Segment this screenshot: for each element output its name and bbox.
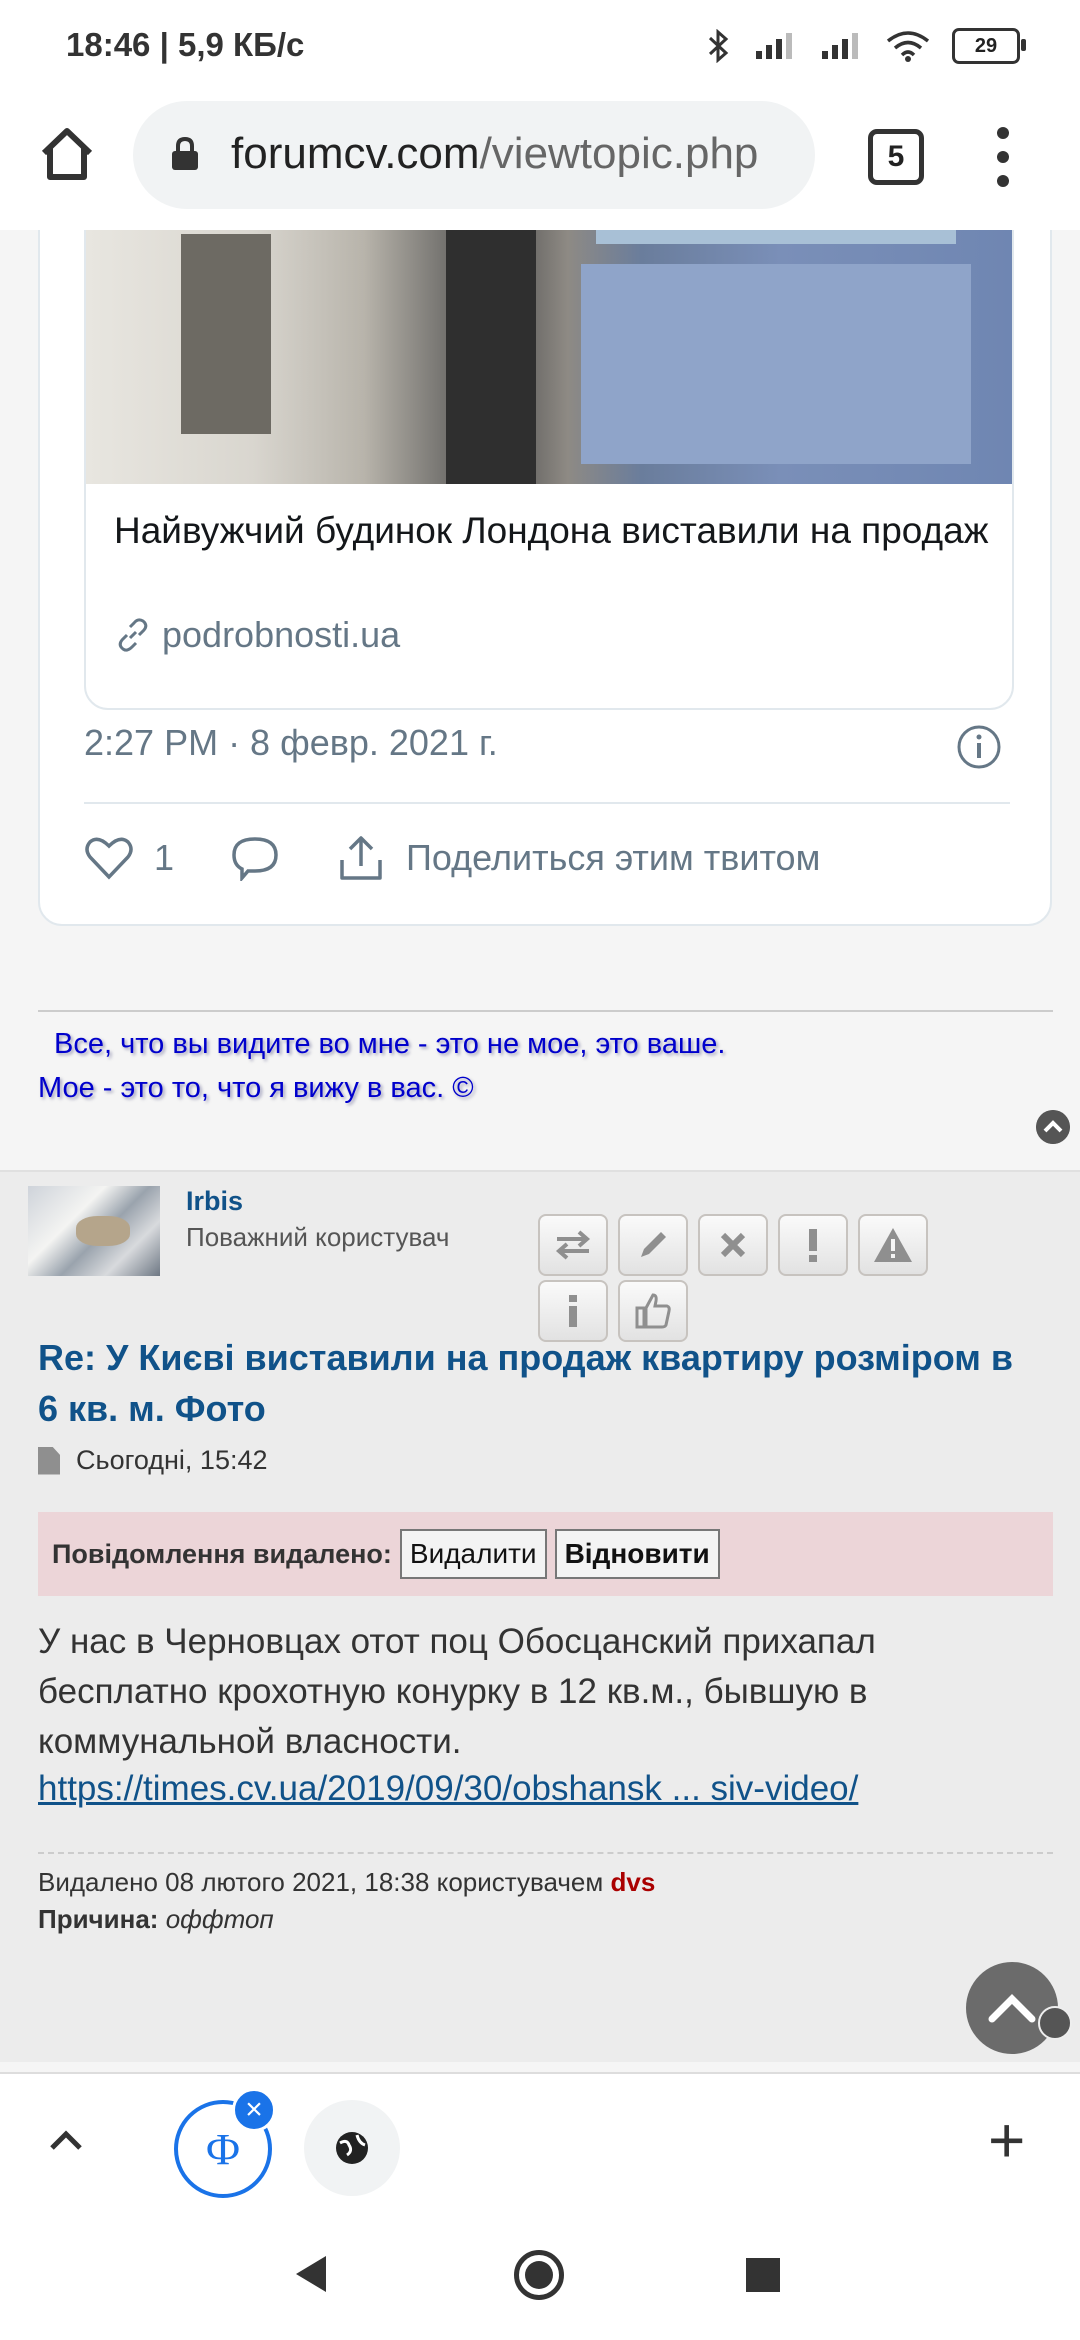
back-to-top-icon[interactable] (1036, 1110, 1070, 1144)
tab-favicon: Ф (205, 2124, 241, 2174)
share-tweet-button[interactable]: Поделиться этим твитом (336, 834, 820, 882)
signature-line-1: Все, что вы видите во мне - это не мое, … (54, 1028, 726, 1060)
preview-domain-row: podrobnosti.ua (114, 614, 400, 656)
reason-text: оффтоп (165, 1904, 274, 1934)
preview-title: Найвужчий будинок Лондона виставили на п… (114, 510, 989, 551)
like-count: 1 (154, 837, 175, 878)
permanent-delete-button[interactable]: Видалити (399, 1529, 547, 1579)
signal-icon (756, 33, 792, 59)
close-icon (720, 1232, 746, 1258)
divider (84, 802, 1010, 804)
deleted-by-user[interactable]: dvs (611, 1867, 656, 1897)
link-icon (118, 618, 148, 652)
close-tab-button[interactable]: × (232, 2088, 276, 2132)
post-date: Сьогодні, 15:42 (76, 1445, 268, 1475)
user-signature: Все, что вы видите во мне - это не мое, … (38, 1010, 1053, 1110)
deleted-notice: Повідомлення видалено: Видалити Відновит… (38, 1512, 1053, 1596)
report-button[interactable] (778, 1214, 848, 1276)
post-date-row: Сьогодні, 15:42 (38, 1445, 268, 1476)
home-icon[interactable] (36, 123, 98, 185)
pencil-icon (641, 1232, 666, 1257)
tab-count: 5 (887, 140, 905, 173)
bluetooth-icon (708, 29, 729, 63)
system-nav-bar (0, 2212, 1080, 2340)
deleted-note-text: Видалено 08 лютого 2021, 18:38 користува… (38, 1867, 604, 1897)
globe-icon (336, 2132, 368, 2164)
page-content: Найвужчий будинок Лондона виставили на п… (0, 230, 1080, 2072)
embedded-tweet[interactable]: Найвужчий будинок Лондона виставили на п… (38, 230, 1052, 926)
tweet-timestamp[interactable]: 2:27 PM · 8 февр. 2021 г. (84, 722, 498, 764)
signature-line-2: Мое - это то, что я вижу в вас. © (38, 1072, 474, 1104)
swap-arrows-icon (555, 1230, 591, 1260)
status-bar: 18:46 | 5,9 КБ/с 29 (0, 0, 1080, 95)
info-icon (569, 1295, 577, 1327)
forum-post: Irbis Поважний користувач Re: У Києві ви… (0, 1170, 1080, 2062)
battery-level: 29 (974, 34, 998, 57)
close-icon: × (245, 2093, 263, 2126)
home-circle-icon[interactable] (514, 2250, 564, 2300)
user-rank: Поважний користувач (186, 1222, 450, 1252)
browser-toolbar: forumcv.com/viewtopic.php 5 (0, 95, 1080, 231)
status-icons: 29 (706, 28, 1026, 64)
scroll-to-top-button[interactable] (966, 1962, 1058, 2054)
chevron-up-icon (988, 1994, 1036, 2023)
delete-button[interactable] (698, 1214, 768, 1276)
bottom-tab-strip: Ф × + (0, 2072, 1080, 2214)
reason-label: Причина: (38, 1904, 159, 1934)
wifi-icon (886, 31, 930, 62)
tab-switcher-button[interactable]: 5 (868, 129, 924, 185)
chevron-up-icon[interactable] (44, 2118, 88, 2162)
back-to-top-small-icon[interactable] (1038, 2006, 1072, 2040)
status-time: 18:46 | 5,9 КБ/с (66, 26, 305, 63)
exclamation-icon (809, 1229, 817, 1262)
post-author[interactable]: Irbis (186, 1186, 243, 1217)
share-icon (340, 836, 382, 880)
lock-icon (172, 137, 198, 170)
share-label: Поделиться этим твитом (406, 837, 821, 878)
reply-button[interactable] (230, 835, 280, 881)
info-icon[interactable] (956, 724, 1002, 770)
comment-icon (232, 837, 278, 881)
document-icon (38, 1446, 60, 1475)
preview-image (86, 230, 1012, 484)
heart-icon (85, 837, 133, 880)
back-icon[interactable] (296, 2256, 326, 2292)
like-button[interactable]: 1 (84, 835, 174, 881)
address-bar[interactable]: forumcv.com/viewtopic.php (133, 101, 815, 209)
warn-button[interactable] (858, 1214, 928, 1276)
avatar[interactable] (28, 1186, 160, 1276)
url-text[interactable]: forumcv.com/viewtopic.php (231, 129, 791, 179)
battery-icon: 29 (952, 28, 1026, 64)
edit-button[interactable] (618, 1214, 688, 1276)
url-domain: forumcv.com (231, 129, 480, 178)
warning-icon (874, 1228, 912, 1262)
recent-apps-icon[interactable] (746, 2258, 780, 2292)
thumbs-up-icon (635, 1293, 671, 1329)
overflow-menu-icon[interactable] (988, 127, 1018, 187)
preview-domain: podrobnosti.ua (162, 614, 401, 655)
post-link[interactable]: https://times.cv.ua/2019/09/30/obshansk … (38, 1769, 858, 1809)
restore-button[interactable]: Відновити (554, 1529, 720, 1579)
post-body: У нас в Черновцах отот поц Обосцанский п… (38, 1622, 876, 1761)
new-tab-button[interactable]: + (988, 2108, 1025, 2172)
link-preview-card[interactable]: Найвужчий будинок Лондона виставили на п… (84, 230, 1014, 710)
deletion-note: Видалено 08 лютого 2021, 18:38 користува… (38, 1852, 1053, 1938)
deleted-label: Повідомлення видалено: (52, 1538, 392, 1569)
signal-icon-2 (822, 33, 858, 59)
url-path: /viewtopic.php (479, 129, 759, 178)
tab-other[interactable] (304, 2100, 400, 2196)
post-title[interactable]: Re: У Києві виставили на продаж квартиру… (38, 1332, 1038, 1434)
quote-button[interactable] (538, 1214, 608, 1276)
tweet-actions: 1 Поделиться этим твитом (84, 818, 1010, 898)
